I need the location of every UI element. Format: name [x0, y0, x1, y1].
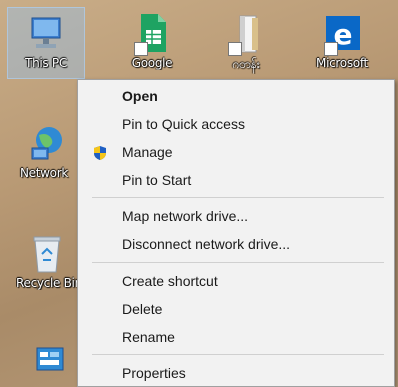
control-panel-icon [27, 344, 67, 384]
desktop-icon-label: Google [131, 56, 173, 70]
google-sheets-icon [132, 12, 172, 56]
desktop-icon-label: ဂ၀ာန်း [232, 57, 260, 71]
recycle-bin-icon [27, 232, 67, 276]
desktop-icon-label: Microsoft [316, 56, 368, 70]
shield-icon [92, 144, 108, 160]
desktop-icon-network[interactable]: Network [16, 118, 78, 190]
menu-item-rename[interactable]: Rename [78, 325, 394, 349]
menu-separator [92, 197, 384, 198]
folder-shortcut-icon [226, 12, 266, 56]
menu-separator [92, 354, 384, 355]
shortcut-arrow-icon [324, 42, 338, 56]
desktop-icon-label: Network [20, 166, 69, 180]
menu-item-properties[interactable]: Properties [78, 361, 394, 385]
menu-item-manage[interactable]: Manage [78, 140, 394, 164]
microsoft-edge-icon: e [322, 12, 362, 56]
menu-item-create-shortcut[interactable]: Create shortcut [78, 269, 394, 293]
desktop-icon-google-sheets[interactable]: Google [114, 8, 190, 78]
menu-item-open[interactable]: Open [78, 84, 394, 108]
menu-item-pin-to-quick-access[interactable]: Pin to Quick access [78, 112, 394, 136]
desktop-icon-control-panel[interactable] [16, 336, 78, 387]
desktop-icon-recycle-bin[interactable]: Recycle Bin [16, 228, 78, 300]
desktop-icon-this-pc[interactable]: This PC [7, 7, 85, 79]
desktop-icon-folder-shortcut[interactable]: ဂ၀ာန်း [208, 8, 284, 78]
shortcut-arrow-icon [134, 42, 148, 56]
network-globe-icon [27, 122, 67, 166]
menu-item-label: Manage [122, 144, 173, 160]
menu-item-delete[interactable]: Delete [78, 297, 394, 321]
menu-separator [92, 262, 384, 263]
desktop-icon-microsoft-edge[interactable]: e Microsoft [304, 8, 380, 78]
desktop-icon-label: Recycle Bin [16, 276, 78, 290]
menu-item-pin-to-start[interactable]: Pin to Start [78, 168, 394, 192]
context-menu: Open Pin to Quick access Manage Pin to S… [77, 79, 395, 387]
shortcut-arrow-icon [228, 42, 242, 56]
menu-item-disconnect-network-drive[interactable]: Disconnect network drive... [78, 232, 394, 256]
computer-icon [26, 14, 66, 56]
menu-item-map-network-drive[interactable]: Map network drive... [78, 204, 394, 228]
desktop-icon-label: This PC [25, 56, 67, 70]
